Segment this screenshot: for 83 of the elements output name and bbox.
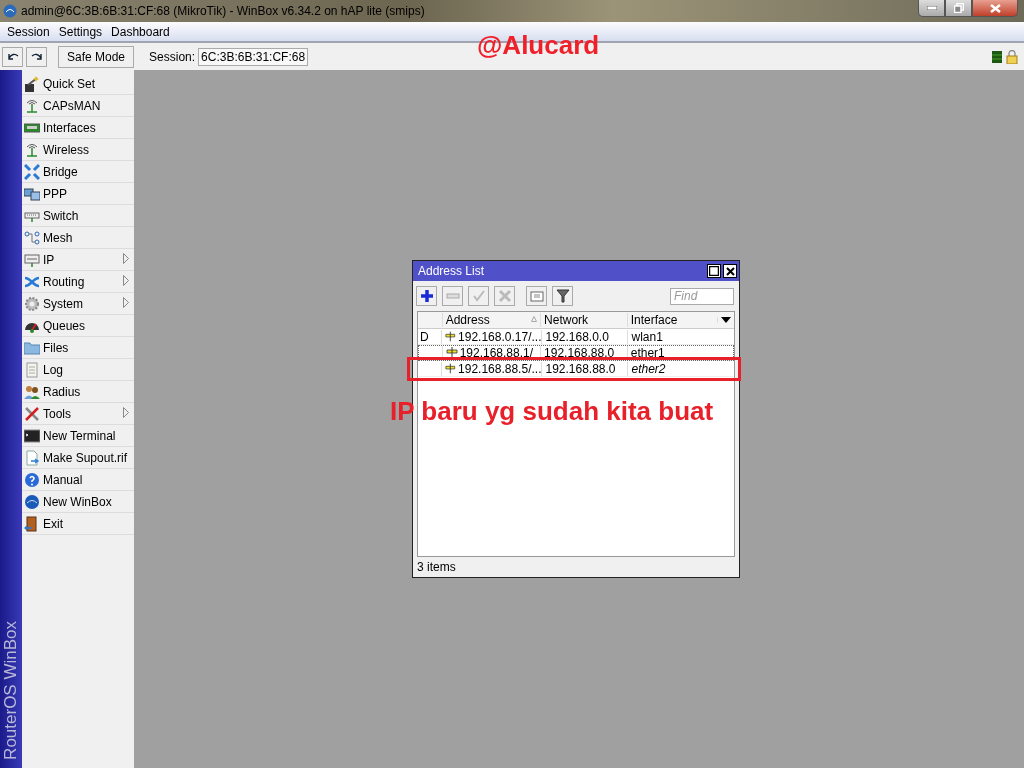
maximize-button[interactable] bbox=[707, 264, 721, 278]
table-row[interactable]: 192.168.88.5/... 192.168.88.0 ether2 bbox=[418, 361, 734, 377]
terminal-icon bbox=[24, 427, 40, 444]
table-cell: wlan1 bbox=[627, 329, 718, 344]
tools-icon bbox=[24, 405, 40, 422]
maximize-icon bbox=[709, 266, 719, 276]
dropdown-icon[interactable] bbox=[721, 317, 732, 323]
signature-text: @Alucard bbox=[477, 30, 600, 61]
close-button[interactable] bbox=[972, 0, 1018, 17]
cross-icon bbox=[497, 289, 512, 303]
table-cell: 192.168.88.1/ bbox=[459, 345, 534, 360]
folder-icon bbox=[24, 339, 40, 356]
menu-entry[interactable]: Log bbox=[22, 359, 134, 381]
menu-item[interactable]: Settings bbox=[54, 24, 108, 39]
close-icon bbox=[989, 3, 1001, 13]
wand-icon bbox=[24, 75, 40, 92]
arrows-icon bbox=[24, 163, 40, 180]
table-cell: 192.168.88.0 bbox=[540, 345, 627, 360]
antenna-icon bbox=[24, 97, 40, 114]
session-label: Session: bbox=[149, 49, 196, 64]
menu-entry[interactable]: System bbox=[22, 293, 134, 315]
column-header[interactable]: Interface bbox=[626, 313, 718, 327]
menu-entry[interactable]: Exit bbox=[22, 513, 134, 535]
close-icon bbox=[725, 266, 735, 276]
menu-entry[interactable]: New WinBox bbox=[22, 491, 134, 513]
menu-entry[interactable]: Interfaces bbox=[22, 117, 134, 139]
table-cell: 192.168.88.0 bbox=[541, 361, 628, 376]
search-field[interactable]: Find bbox=[670, 287, 734, 305]
table-row[interactable]: 192.168.88.1/ 192.168.88.0 ether1 bbox=[418, 345, 734, 361]
menu-entry[interactable]: IP bbox=[22, 249, 134, 271]
column-header[interactable]: Address bbox=[441, 313, 541, 327]
help-icon bbox=[24, 471, 40, 488]
filter-icon bbox=[555, 289, 570, 303]
mesh-icon bbox=[24, 229, 40, 246]
table-cell: 192.168.0.0 bbox=[541, 329, 628, 344]
item-count: 3 items bbox=[417, 560, 456, 574]
note-icon bbox=[529, 289, 544, 303]
table-row[interactable]: D 192.168.0.17/... 192.168.0.0 wlan1 bbox=[418, 329, 734, 345]
safe-mode-button[interactable]: Safe Mode bbox=[58, 45, 135, 68]
door-icon bbox=[24, 515, 40, 532]
lock-icon bbox=[1006, 49, 1018, 64]
flag-cell-text: D bbox=[419, 329, 430, 344]
app-icon bbox=[3, 4, 17, 18]
plus-icon bbox=[419, 289, 434, 303]
menu-entry[interactable]: Quick Set bbox=[22, 73, 134, 95]
add-button[interactable] bbox=[416, 286, 437, 306]
filter-button[interactable] bbox=[552, 286, 573, 306]
undo-icon bbox=[6, 51, 19, 62]
status-bars-icon bbox=[992, 50, 1002, 63]
undo-button[interactable] bbox=[2, 46, 23, 67]
menu-entry[interactable]: PPP bbox=[22, 183, 134, 205]
table-cell: ether1 bbox=[626, 345, 718, 360]
table-cell: ether2 bbox=[627, 361, 718, 376]
window-title: Address List bbox=[418, 264, 486, 278]
menu-entry[interactable]: Make Supout.rif bbox=[22, 447, 134, 469]
session-field: 6C:3B:6B:31:CF:68 bbox=[198, 47, 309, 66]
menu-entry[interactable]: Routing bbox=[22, 271, 134, 293]
column-header[interactable]: Network bbox=[540, 313, 627, 327]
file-arrow-icon bbox=[24, 449, 40, 466]
menu-entry[interactable]: Bridge bbox=[22, 161, 134, 183]
antenna-icon bbox=[24, 141, 40, 158]
check-icon bbox=[471, 289, 486, 303]
minimize-button[interactable] bbox=[918, 0, 945, 17]
menu-item[interactable]: Dashboard bbox=[107, 24, 175, 39]
users-icon bbox=[24, 383, 40, 400]
computers-icon bbox=[24, 185, 40, 202]
redo-button[interactable] bbox=[26, 46, 47, 67]
close-button[interactable] bbox=[723, 264, 737, 278]
minimize-icon bbox=[926, 6, 937, 10]
menu-entry[interactable]: Radius bbox=[22, 381, 134, 403]
redo-icon bbox=[30, 51, 43, 62]
window-title: admin@6C:3B:6B:31:CF:68 (MikroTik) - WinBox v6.34.2 on hAP lite (smips) bbox=[21, 4, 426, 18]
menu-entry[interactable]: Files bbox=[22, 337, 134, 359]
menu-item[interactable]: Session bbox=[3, 24, 55, 39]
menu-entry[interactable]: Manual bbox=[22, 469, 134, 491]
menu-entry[interactable]: Switch bbox=[22, 205, 134, 227]
restore-button[interactable] bbox=[945, 0, 972, 17]
menu-entry[interactable]: New Terminal bbox=[22, 425, 134, 447]
table-cell: 192.168.88.5/... bbox=[458, 361, 542, 376]
restore-icon bbox=[953, 3, 964, 13]
table-cell: 192.168.0.17/... bbox=[458, 329, 542, 344]
globe-icon bbox=[24, 493, 40, 510]
brand-text: RouterOS WinBox bbox=[1, 621, 21, 760]
